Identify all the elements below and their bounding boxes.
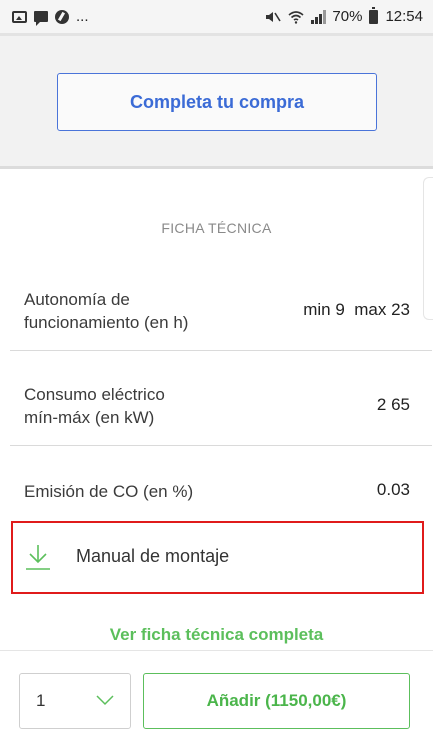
spec-label-line: funcionamiento (en h) — [24, 313, 189, 332]
row-divider — [10, 445, 432, 446]
battery-level: 70% — [332, 8, 363, 25]
spec-label: Autonomía de funcionamiento (en h) — [24, 288, 188, 334]
bottom-divider — [0, 650, 433, 651]
spec-row-co-emission: Emisión de CO (en %) 0.03 — [0, 480, 433, 510]
manual-label: Manual de montaje — [76, 546, 230, 566]
chevron-down-icon — [96, 695, 114, 706]
status-system: 70% 12:54 — [265, 6, 423, 25]
view-full-sheet-link[interactable]: Ver ficha técnica completa — [0, 625, 433, 645]
spec-label-line: Consumo eléctrico — [24, 385, 165, 404]
signal-icon — [311, 9, 327, 24]
assembly-manual-download[interactable]: Manual de montaje — [11, 521, 424, 594]
technical-sheet-card: FICHA TÉCNICA Autonomía de funcionamient… — [0, 169, 433, 748]
status-bar: ... 70% 12:54 — [0, 0, 433, 33]
more-notifications: ... — [76, 8, 89, 25]
row-divider — [10, 350, 432, 351]
sheet-title: FICHA TÉCNICA — [161, 220, 272, 236]
status-notifications: ... — [12, 8, 89, 26]
wifi-icon — [288, 10, 304, 24]
spec-label-line: mín-máx (en kW) — [24, 408, 155, 427]
cta-container: Completa tu compra — [57, 73, 377, 131]
app-notification-icon — [55, 9, 69, 24]
battery-icon — [369, 6, 379, 24]
spec-value: 2 65 — [376, 395, 410, 414]
spec-label: Emisión de CO (en %) — [24, 482, 194, 501]
mute-icon — [266, 11, 282, 22]
add-to-cart-button[interactable]: Añadir (1150,00€) — [143, 673, 410, 729]
spec-value: min 9 max 23 — [303, 300, 410, 319]
spec-label: Consumo eléctrico mín-máx (en kW) — [24, 383, 165, 429]
complete-purchase-button[interactable]: Completa tu compra — [57, 73, 377, 131]
quantity-value: 1 — [36, 691, 46, 710]
download-icon — [26, 545, 50, 570]
quantity-select[interactable]: 1 — [19, 673, 131, 729]
message-icon — [34, 11, 48, 26]
spec-label-line: Autonomía de — [24, 290, 130, 309]
top-divider — [0, 33, 433, 36]
gallery-icon — [12, 10, 27, 23]
spec-row-power-consumption: Consumo eléctrico mín-máx (en kW) 2 65 — [0, 383, 433, 443]
clock: 12:54 — [385, 8, 423, 25]
spec-value: 0.03 — [376, 480, 410, 499]
spec-row-autonomy: Autonomía de funcionamiento (en h) min 9… — [0, 288, 433, 348]
